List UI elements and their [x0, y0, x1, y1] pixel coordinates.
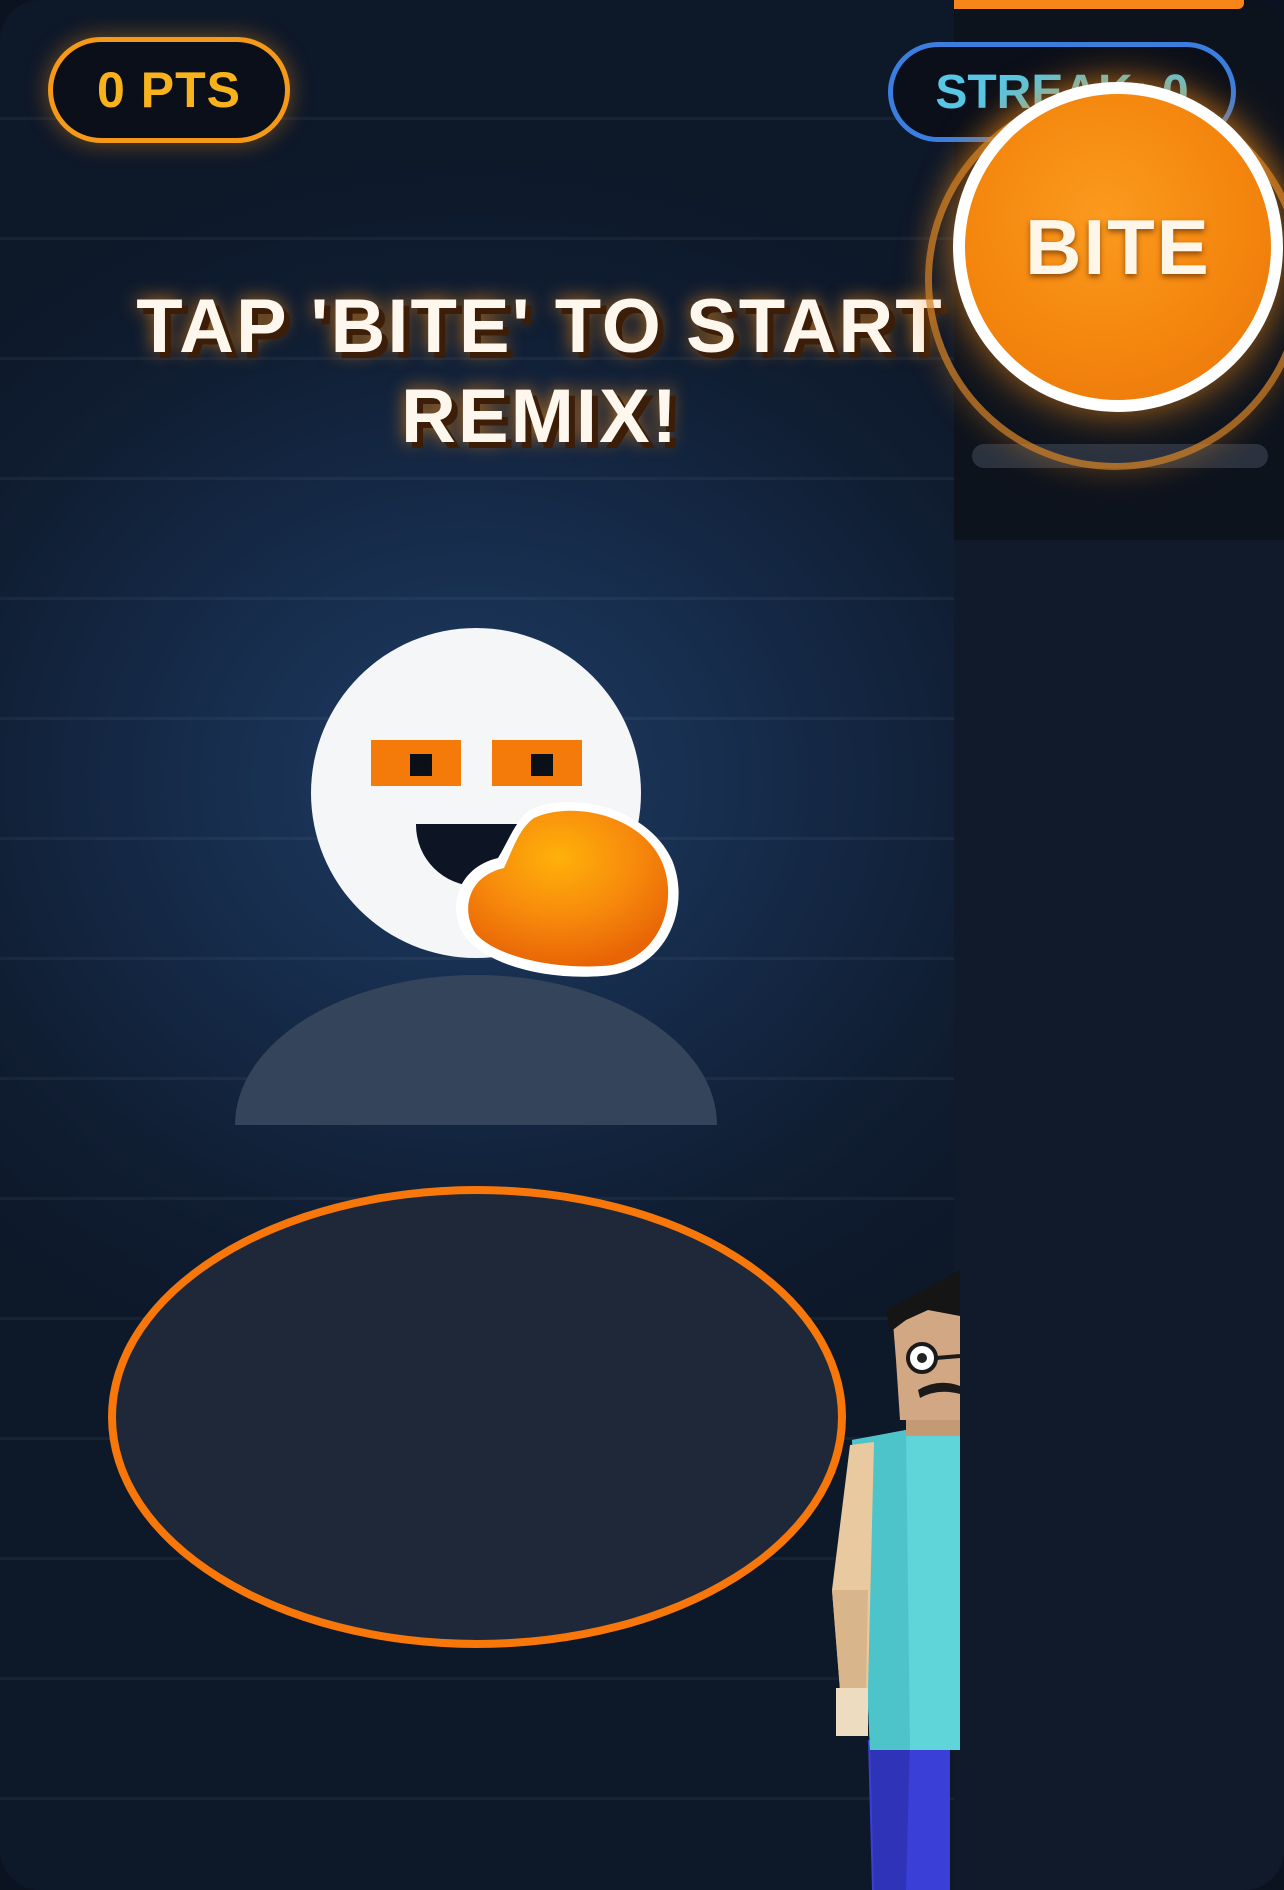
- score-badge: 0 PTS: [48, 37, 290, 143]
- orange-blob-icon: [456, 802, 679, 977]
- character-shoulders: [235, 975, 717, 1125]
- right-pupil: [531, 754, 553, 776]
- left-eye: [371, 740, 461, 786]
- bite-button[interactable]: BITE: [953, 82, 1283, 412]
- left-pupil: [410, 754, 432, 776]
- side-accent-bar: [954, 0, 1244, 9]
- right-eye: [492, 740, 582, 786]
- start-prompt-line1: TAP 'BITE' TO START: [136, 284, 944, 369]
- start-prompt-line2: REMIX!: [401, 374, 679, 459]
- blocky-man-icon: [832, 1270, 960, 1890]
- bite-target-zone: [108, 1186, 846, 1648]
- start-prompt: TAP 'BITE' TO START REMIX!: [90, 282, 990, 462]
- game-stage: 0 PTS STREAK: 0 TAP 'BITE' TO START REMI…: [0, 0, 1284, 1890]
